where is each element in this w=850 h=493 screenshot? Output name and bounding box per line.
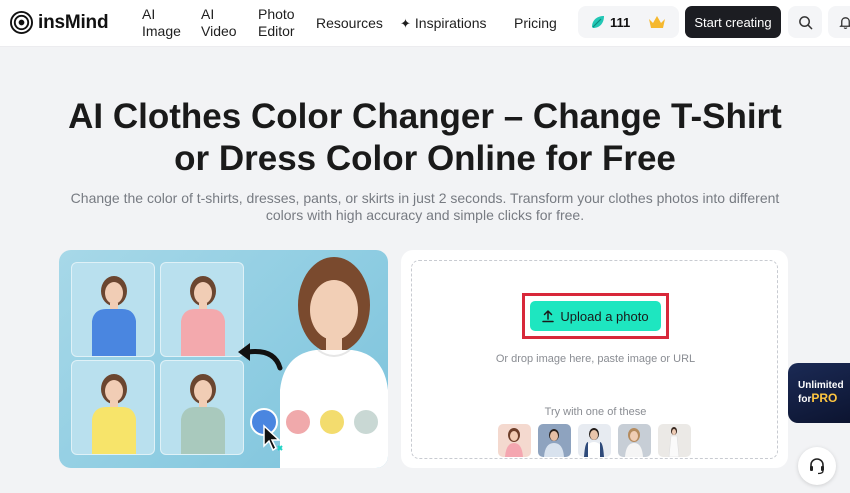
pro-badge-pro: PRO bbox=[811, 391, 838, 405]
thumbnail-sage-shirt bbox=[160, 360, 244, 455]
upload-dropzone[interactable]: Upload a photo Or drop image here, paste… bbox=[411, 260, 778, 459]
credits-display[interactable]: 111 bbox=[578, 6, 679, 38]
cursor-pointer-icon bbox=[263, 424, 283, 452]
sample-figure-4 bbox=[625, 428, 643, 457]
nav-pricing[interactable]: Pricing bbox=[514, 15, 557, 32]
upload-card: Upload a photo Or drop image here, paste… bbox=[401, 250, 788, 468]
crown-icon[interactable] bbox=[648, 15, 666, 29]
credit-count: 111 bbox=[610, 14, 631, 30]
sample-images bbox=[498, 424, 691, 457]
nav-resources[interactable]: Resources bbox=[316, 15, 383, 32]
nav-ai-image-line1: AI bbox=[142, 6, 156, 22]
page-subtitle-line1: Change the color of t-shirts, dresses, p… bbox=[70, 190, 780, 206]
curved-arrow-icon bbox=[238, 343, 283, 371]
nav-inspirations[interactable]: ✦ Inspirations bbox=[400, 15, 487, 32]
color-swatch-yellow[interactable] bbox=[318, 408, 346, 436]
color-swatch-pink[interactable] bbox=[284, 408, 312, 436]
thumbnail-blue-shirt bbox=[71, 262, 155, 357]
upload-icon bbox=[542, 310, 555, 323]
upload-button-highlight: Upload a photo bbox=[522, 293, 669, 339]
page-title: AI Clothes Color Changer – Change T-Shir… bbox=[0, 96, 850, 180]
upload-photo-label: Upload a photo bbox=[560, 308, 649, 324]
try-samples-label: Try with one of these bbox=[544, 406, 647, 418]
sparkle-icon: ✦ bbox=[400, 16, 411, 31]
unlimited-pro-badge[interactable]: Unlimited forPRO bbox=[788, 363, 850, 423]
page-title-line2: or Dress Color Online for Free bbox=[174, 139, 676, 178]
sample-image-4[interactable] bbox=[618, 424, 651, 457]
nav-ai-video[interactable]: AI Video bbox=[201, 6, 251, 40]
logo-text: insMind bbox=[38, 11, 109, 33]
logo[interactable]: insMind bbox=[10, 11, 109, 34]
nav-photo-editor-line2: Editor bbox=[258, 23, 295, 39]
nav-ai-image[interactable]: AI Image bbox=[142, 6, 192, 40]
sample-image-5[interactable] bbox=[658, 424, 691, 457]
nav-ai-image-line2: Image bbox=[142, 23, 181, 39]
start-creating-button[interactable]: Start creating bbox=[685, 6, 781, 38]
search-icon bbox=[798, 15, 812, 29]
bell-icon bbox=[838, 16, 850, 29]
support-button[interactable] bbox=[798, 447, 836, 485]
page-subtitle-line2: colors with high accuracy and simple cli… bbox=[265, 207, 585, 223]
insmind-logo-icon bbox=[10, 11, 33, 34]
model-sage-shirt-figure bbox=[181, 374, 225, 454]
model-blue-shirt-figure bbox=[92, 276, 136, 356]
thumbnail-yellow-shirt bbox=[71, 360, 155, 455]
nav-ai-video-line2: Video bbox=[201, 23, 237, 39]
sample-figure-2 bbox=[544, 429, 564, 457]
notification-button[interactable] bbox=[828, 6, 850, 38]
sample-image-3[interactable] bbox=[578, 424, 611, 457]
top-navigation-bar: insMind AI Image AI Video Photo Editor R… bbox=[0, 0, 850, 47]
thumbnail-pink-shirt bbox=[160, 262, 244, 357]
color-swatch-gray[interactable] bbox=[352, 408, 380, 436]
credit-leaf-icon bbox=[592, 16, 604, 28]
page-subtitle: Change the color of t-shirts, dresses, p… bbox=[55, 190, 795, 224]
page-title-line1: AI Clothes Color Changer – Change T-Shir… bbox=[68, 97, 782, 136]
sample-figure-3 bbox=[584, 428, 604, 457]
search-button[interactable] bbox=[788, 6, 822, 38]
showcase-image bbox=[59, 250, 388, 468]
sample-image-2[interactable] bbox=[538, 424, 571, 457]
model-yellow-shirt-figure bbox=[92, 374, 136, 454]
headset-icon bbox=[810, 458, 824, 475]
sample-figure-1 bbox=[505, 428, 523, 457]
upload-photo-button[interactable]: Upload a photo bbox=[530, 301, 661, 331]
nav-ai-video-line1: AI bbox=[201, 6, 215, 22]
sample-figure-5 bbox=[668, 427, 680, 457]
pro-badge-for: for bbox=[798, 394, 812, 405]
drop-hint-text: Or drop image here, paste image or URL bbox=[495, 353, 696, 365]
nav-photo-editor[interactable]: Photo Editor bbox=[258, 6, 308, 40]
sample-image-1[interactable] bbox=[498, 424, 531, 457]
model-pink-shirt-figure bbox=[181, 276, 225, 356]
nav-photo-editor-line1: Photo bbox=[258, 6, 295, 22]
nav-inspirations-label: Inspirations bbox=[414, 15, 487, 31]
